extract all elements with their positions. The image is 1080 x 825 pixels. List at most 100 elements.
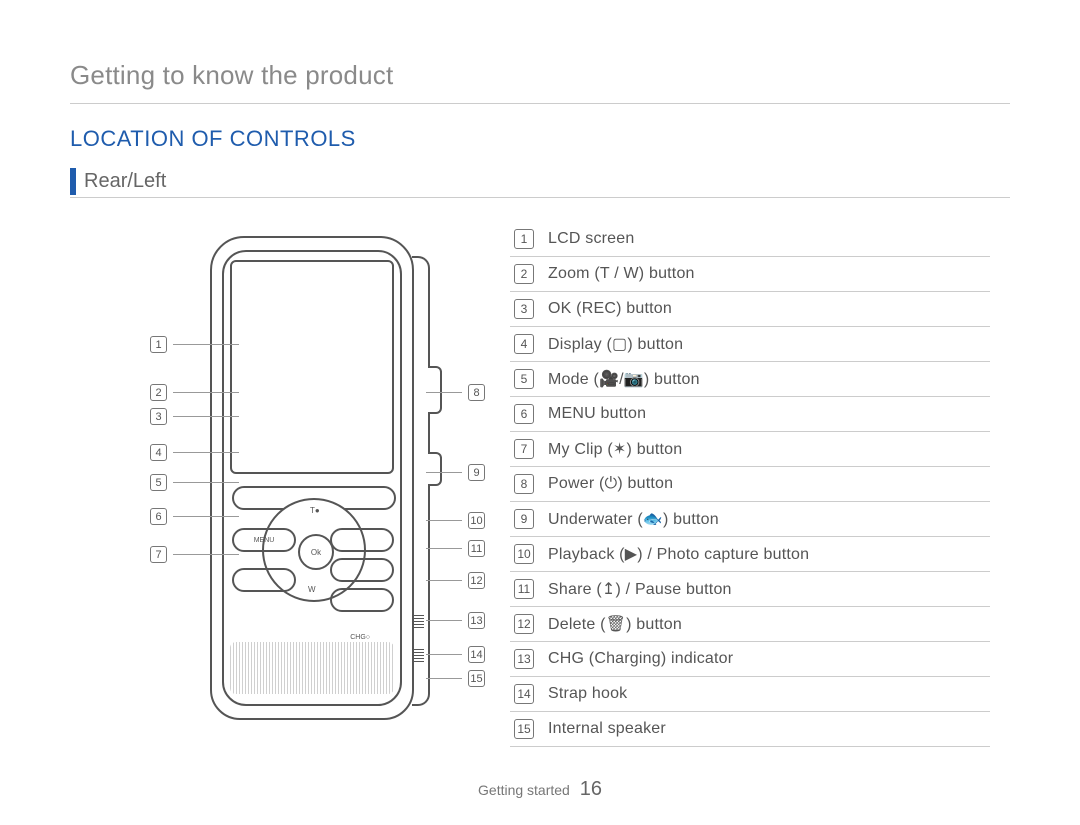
divider — [70, 103, 1010, 104]
legend-number-badge: 9 — [514, 509, 534, 529]
callout-number-badge: 3 — [150, 408, 167, 425]
zoom-w-label: W — [308, 585, 316, 594]
legend-number-badge: 2 — [514, 264, 534, 284]
diagram-callout: 1 — [150, 336, 239, 353]
callout-number-badge: 2 — [150, 384, 167, 401]
device-diagram: T● Ok W MENU CHG○ 1234567 8910 — [70, 216, 490, 736]
myclip-button-graphic — [232, 568, 296, 592]
strap-hook-graphic — [414, 648, 424, 662]
diagram-callout: 7 — [150, 546, 239, 563]
legend-number-badge: 5 — [514, 369, 534, 389]
legend-number-badge: 4 — [514, 334, 534, 354]
callout-leader — [426, 678, 462, 679]
callout-number-badge: 10 — [468, 512, 485, 529]
callout-number-badge: 7 — [150, 546, 167, 563]
chapter-title: Getting to know the product — [70, 60, 1010, 91]
subsection-bar — [70, 168, 76, 195]
callout-number-badge: 9 — [468, 464, 485, 481]
legend-number-badge: 10 — [514, 544, 534, 564]
diagram-callout: 3 — [150, 408, 239, 425]
side-notch — [414, 614, 424, 628]
diagram-callout: 10 — [426, 512, 485, 529]
legend-row: 15 Internal speaker — [510, 712, 990, 747]
legend-row: 3 OK (REC) button — [510, 292, 990, 327]
diagram-callout: 14 — [426, 646, 485, 663]
legend-label: Underwater (🐟) button — [548, 509, 719, 529]
callout-leader — [426, 472, 462, 473]
legend-number-badge: 15 — [514, 719, 534, 739]
legend-row: 5 Mode (🎥/📷) button — [510, 362, 990, 397]
callout-number-badge: 8 — [468, 384, 485, 401]
legend-label: Power (⏻) button — [548, 475, 673, 493]
legend-label: CHG (Charging) indicator — [548, 650, 733, 668]
zoom-t-label: T● — [310, 506, 320, 515]
diagram-callout: 13 — [426, 612, 485, 629]
subsection-title: Rear/Left — [84, 168, 166, 195]
callout-number-badge: 11 — [468, 540, 485, 557]
legend-number-badge: 8 — [514, 474, 534, 494]
callout-leader — [426, 520, 462, 521]
legend-number-badge: 13 — [514, 649, 534, 669]
callout-leader — [173, 554, 239, 555]
chg-label: CHG○ — [350, 634, 370, 641]
page-number: 16 — [580, 778, 602, 800]
legend-number-badge: 11 — [514, 579, 534, 599]
legend-label: Playback (▶) / Photo capture button — [548, 544, 809, 564]
legend-number-badge: 1 — [514, 229, 534, 249]
legend-label: Share (↥) / Pause button — [548, 579, 732, 599]
callout-leader — [173, 516, 239, 517]
legend-label: Delete (🗑) button — [548, 614, 682, 634]
callout-leader — [173, 416, 239, 417]
callout-leader — [426, 654, 462, 655]
legend-label: OK (REC) button — [548, 300, 672, 318]
callout-leader — [426, 548, 462, 549]
legend-row: 10 Playback (▶) / Photo capture button — [510, 537, 990, 572]
callout-number-badge: 4 — [150, 444, 167, 461]
callout-number-badge: 5 — [150, 474, 167, 491]
callout-leader — [173, 392, 239, 393]
legend-label: Mode (🎥/📷) button — [548, 369, 700, 389]
legend-row: 13 CHG (Charging) indicator — [510, 642, 990, 677]
callout-number-badge: 14 — [468, 646, 485, 663]
legend-number-badge: 6 — [514, 404, 534, 424]
legend-label: Internal speaker — [548, 720, 666, 738]
callout-leader — [426, 392, 462, 393]
callout-leader — [426, 580, 462, 581]
legend-number-badge: 3 — [514, 299, 534, 319]
diagram-callout: 8 — [426, 384, 485, 401]
footer-section: Getting started — [478, 782, 570, 798]
lcd-screen — [230, 260, 394, 474]
callout-leader — [173, 344, 239, 345]
legend-row: 6MENU button — [510, 397, 990, 432]
share-button-graphic — [330, 558, 394, 582]
legend-row: 12 Delete (🗑) button — [510, 607, 990, 642]
legend-label: My Clip (✶) button — [548, 439, 682, 459]
ok-button-graphic: Ok — [298, 534, 334, 570]
legend-row: 11 Share (↥) / Pause button — [510, 572, 990, 607]
legend-label: Zoom (T / W) button — [548, 265, 695, 283]
legend-row: 9 Underwater (🐟) button — [510, 502, 990, 537]
callout-leader — [426, 620, 462, 621]
legend-row: 8 Power (⏻) button — [510, 467, 990, 502]
diagram-callout: 6 — [150, 508, 239, 525]
diagram-callout: 15 — [426, 670, 485, 687]
legend-row: 1LCD screen — [510, 222, 990, 257]
callout-leader — [173, 452, 239, 453]
callout-number-badge: 12 — [468, 572, 485, 589]
subsection: Rear/Left — [70, 168, 1010, 195]
callout-number-badge: 15 — [468, 670, 485, 687]
diagram-callout: 9 — [426, 464, 485, 481]
diagram-callout: 4 — [150, 444, 239, 461]
speaker-grille — [230, 642, 394, 694]
section-title: LOCATION OF CONTROLS — [70, 126, 1010, 152]
diagram-callout: 2 — [150, 384, 239, 401]
delete-button-graphic — [330, 588, 394, 612]
legend-row: 7My Clip (✶) button — [510, 432, 990, 467]
divider — [70, 197, 1010, 198]
legend-number-badge: 14 — [514, 684, 534, 704]
callout-number-badge: 13 — [468, 612, 485, 629]
callout-leader — [173, 482, 239, 483]
device-body: T● Ok W MENU CHG○ — [210, 236, 414, 720]
playback-button-graphic — [330, 528, 394, 552]
legend-number-badge: 12 — [514, 614, 534, 634]
